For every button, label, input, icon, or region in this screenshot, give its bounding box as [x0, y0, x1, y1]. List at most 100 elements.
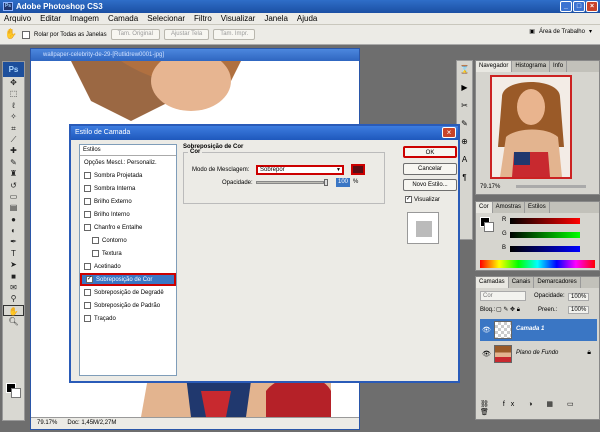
close-icon[interactable]: × [586, 1, 598, 12]
style-inner-shadow[interactable]: Sombra Interna [80, 182, 176, 195]
crop-tool-icon[interactable]: ⌗ [3, 123, 24, 134]
menu-camada[interactable]: Camada [108, 14, 138, 23]
navigator-zoom[interactable]: 79.17% [480, 184, 500, 190]
menu-arquivo[interactable]: Arquivo [4, 14, 31, 23]
history-brush-tool-icon[interactable]: ↺ [3, 180, 24, 191]
tab-styles[interactable]: Estilos [525, 202, 550, 213]
opacity-slider[interactable] [256, 181, 324, 184]
gradient-tool-icon[interactable]: ▤ [3, 202, 24, 213]
type-tool-icon[interactable]: T [3, 248, 24, 259]
tab-swatches[interactable]: Amostras [493, 202, 526, 213]
document-title[interactable]: wallpaper-celebrity-de-29-[Rutlidrew0001… [31, 49, 359, 61]
style-inner-glow[interactable]: Brilho Interno [80, 208, 176, 221]
menu-editar[interactable]: Editar [40, 14, 61, 23]
style-checkbox[interactable] [84, 185, 91, 192]
style-checkbox[interactable] [84, 263, 91, 270]
notes-tool-icon[interactable]: ✉ [3, 282, 24, 293]
menu-selecionar[interactable]: Selecionar [147, 14, 185, 23]
actual-pixels-button[interactable]: Tam. Original [110, 29, 160, 40]
red-slider[interactable] [510, 218, 580, 224]
style-gradient-overlay[interactable]: Sobreposição de Degradê [80, 286, 176, 299]
hand-tool-icon[interactable]: ✋ [4, 28, 18, 42]
menu-ajuda[interactable]: Ajuda [297, 14, 317, 23]
style-checkbox[interactable] [84, 315, 91, 322]
layer-opacity-field[interactable]: 100% [568, 293, 590, 301]
move-tool-icon[interactable]: ✥ [3, 77, 24, 88]
tab-color[interactable]: Cor [476, 202, 493, 213]
layers-footer-icons[interactable]: ⛓ fx ◑ ▦ ▭ 🗑︎ [480, 400, 599, 416]
style-checkbox[interactable] [84, 172, 91, 179]
workspace-menu[interactable]: ▣ Área de Trabalho ▾ [529, 28, 592, 36]
preview-checkbox[interactable]: ✓ [405, 196, 412, 203]
shape-tool-icon[interactable]: ■ [3, 271, 24, 282]
style-pattern-overlay[interactable]: Sobreposição de Padrão [80, 299, 176, 312]
tab-channels[interactable]: Canais [509, 277, 535, 288]
tab-layers[interactable]: Camadas [476, 277, 509, 288]
maximize-icon[interactable]: □ [573, 1, 585, 12]
marquee-tool-icon[interactable]: ⬚ [3, 88, 24, 99]
preview-toggle[interactable]: ✓ Visualizar [405, 196, 440, 203]
history-panel-icon[interactable]: ⌛ [457, 63, 472, 77]
overlay-color-swatch[interactable] [351, 164, 365, 175]
style-checkbox-checked[interactable]: ✓ [86, 276, 93, 283]
menu-visualizar[interactable]: Visualizar [221, 14, 256, 23]
tab-navigator[interactable]: Navegador [476, 61, 513, 72]
new-style-button[interactable]: Novo Estilo... [403, 179, 457, 191]
magic-wand-tool-icon[interactable]: ✧ [3, 111, 24, 122]
style-outer-glow[interactable]: Brilho Externo [80, 195, 176, 208]
green-slider[interactable] [510, 232, 580, 238]
tool-presets-icon[interactable]: ✂ [457, 99, 472, 113]
background-color-swatch[interactable] [11, 388, 21, 398]
style-checkbox[interactable] [84, 224, 91, 231]
menu-janela[interactable]: Janela [264, 14, 288, 23]
layer-row-background[interactable]: 👁︎ Plano de Fundo 🔒︎ [480, 343, 597, 365]
style-stroke[interactable]: Traçado [80, 312, 176, 325]
styles-header[interactable]: Estilos [80, 145, 176, 156]
blur-tool-icon[interactable]: ● [3, 214, 24, 225]
slice-tool-icon[interactable]: ⟋ [3, 134, 24, 145]
eye-icon[interactable]: 👁︎ [482, 326, 491, 334]
style-satin[interactable]: Acetinado [80, 260, 176, 273]
fit-screen-button[interactable]: Ajustar Tela [163, 29, 210, 40]
actions-panel-icon[interactable]: ▶ [457, 81, 472, 95]
healing-tool-icon[interactable]: ✚ [3, 145, 24, 156]
navigator-thumbnail[interactable] [490, 75, 572, 179]
scroll-all-windows-checkbox[interactable] [22, 30, 30, 39]
style-blending-options[interactable]: Opções Mescl.: Personaliz. [80, 156, 176, 169]
blend-mode-select[interactable]: Sobrepor ▼ [256, 165, 344, 175]
tab-info[interactable]: Info [550, 61, 568, 72]
brush-tool-icon[interactable]: ✎ [3, 157, 24, 168]
lock-icons[interactable]: ▢ ✎ ✥ 🔒︎ [496, 306, 520, 314]
style-checkbox[interactable] [92, 237, 99, 244]
style-color-overlay[interactable]: ✓ Sobreposição de Cor [80, 273, 176, 286]
color-ramp[interactable] [480, 260, 595, 268]
eye-icon[interactable]: 👁︎ [482, 350, 491, 358]
style-bevel-emboss[interactable]: Chanfro e Entalhe [80, 221, 176, 234]
opacity-slider-handle[interactable] [324, 179, 328, 186]
tab-histogram[interactable]: Histograma [512, 61, 551, 72]
minimize-icon[interactable]: _ [560, 1, 572, 12]
print-size-button[interactable]: Tam. Impr. [213, 29, 256, 40]
style-checkbox[interactable] [84, 289, 91, 296]
tab-paths[interactable]: Demarcadores [534, 277, 581, 288]
navigator-zoom-slider[interactable] [516, 185, 586, 188]
style-checkbox[interactable] [84, 211, 91, 218]
pen-tool-icon[interactable]: ✒ [3, 236, 24, 247]
menu-imagem[interactable]: Imagem [70, 14, 99, 23]
stamp-tool-icon[interactable]: ♜ [3, 168, 24, 179]
dodge-tool-icon[interactable]: ◐ [3, 225, 24, 236]
color-bg-swatch[interactable] [484, 222, 494, 232]
style-drop-shadow[interactable]: Sombra Projetada [80, 169, 176, 182]
cancel-button[interactable]: Cancelar [403, 163, 457, 175]
zoom-tool-icon[interactable]: 🔍︎ [3, 316, 24, 327]
path-selection-tool-icon[interactable]: ➤ [3, 259, 24, 270]
layer-blend-mode[interactable]: Cor [480, 291, 526, 301]
zoom-level[interactable]: 79.17% [37, 418, 57, 429]
opacity-input[interactable]: 100 [336, 178, 350, 187]
style-texture[interactable]: Textura [80, 247, 176, 260]
blue-slider[interactable] [510, 246, 580, 252]
style-checkbox[interactable] [92, 250, 99, 257]
layer-row-camada-1[interactable]: 👁︎ Camada 1 [480, 319, 597, 341]
style-checkbox[interactable] [84, 198, 91, 205]
close-icon[interactable]: × [442, 127, 456, 138]
